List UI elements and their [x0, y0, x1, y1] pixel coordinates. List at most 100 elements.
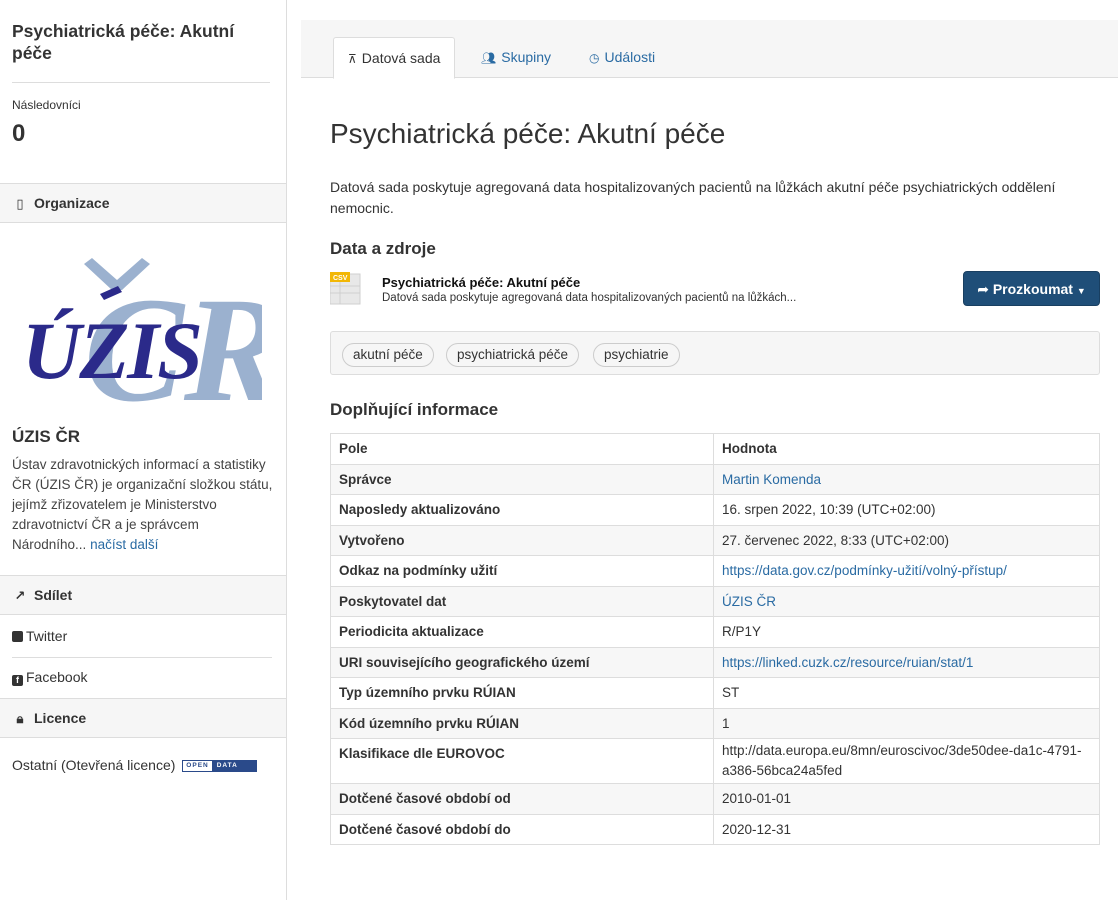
facebook-icon: f: [12, 675, 23, 686]
row-value: ÚZIS ČR: [713, 585, 1100, 617]
row-key: Naposledy aktualizováno: [330, 494, 714, 526]
licence-link[interactable]: Ostatní (Otevřená licence): [12, 757, 175, 773]
additional-info-heading: Doplňující informace: [330, 400, 499, 419]
explore-button[interactable]: ➦ Prozkoumat ▼: [963, 271, 1100, 306]
table-row: Typ územního prvku RÚIAN ST: [330, 677, 1100, 709]
tag-list: akutní péče psychiatrická péče psychiatr…: [330, 331, 1100, 375]
row-key: Odkaz na podmínky užití: [330, 555, 714, 587]
clock-icon: ◷: [589, 51, 600, 65]
facebook-link[interactable]: f Facebook: [12, 669, 88, 686]
tab-groups-label: Skupiny: [501, 49, 552, 65]
licence-info: Ostatní (Otevřená licence) OPEN DATA: [12, 757, 257, 773]
dataset-description: Datová sada poskytuje agregovaná data ho…: [330, 179, 1056, 216]
users-icon: 👥︎: [481, 51, 497, 65]
followers-label: Následovníci: [12, 98, 81, 112]
row-value: ST: [713, 677, 1100, 709]
row-key: Poskytovatel dat: [330, 585, 714, 617]
twitter-link[interactable]: Twitter: [12, 628, 67, 644]
table-row: Dotčené časové období od 2010-01-01: [330, 783, 1100, 815]
table-row: URI souvisejícího geografického území ht…: [330, 646, 1100, 678]
tag-item[interactable]: psychiatrie: [593, 343, 680, 367]
organization-description: Ústav zdravotnických informací a statist…: [12, 455, 274, 555]
row-key: Kód územního prvku RÚIAN: [330, 707, 714, 739]
table-row: Kód územního prvku RÚIAN 1: [330, 707, 1100, 739]
table-row: Klasifikace dle EUROVOC http://data.euro…: [330, 738, 1100, 784]
column-header: Pole: [330, 433, 714, 465]
organization-name: ÚZIS ČR: [12, 427, 80, 446]
table-row: Správce Martin Komenda: [330, 463, 1100, 495]
row-value: 1: [713, 707, 1100, 739]
row-key: Periodicita aktualizace: [330, 616, 714, 648]
divider: [12, 82, 270, 83]
building-icon: ▯: [16, 196, 24, 211]
row-value: 16. srpen 2022, 10:39 (UTC+02:00): [713, 494, 1100, 526]
resource-description: Datová sada poskytuje agregovaná data ho…: [382, 292, 797, 304]
resources-heading: Data a zdroje: [330, 239, 436, 258]
additional-info-table: Pole Hodnota Správce Martin Komenda Napo…: [330, 433, 1100, 845]
tab-dataset[interactable]: ⊼ Datová sada: [333, 37, 456, 79]
explore-button-label: Prozkoumat: [992, 281, 1073, 297]
table-row: Poskytovatel dat ÚZIS ČR: [330, 585, 1100, 617]
table-row: Periodicita aktualizace R/P1Y: [330, 616, 1100, 648]
table-header-row: Pole Hodnota: [330, 433, 1100, 465]
row-value: 2010-01-01: [713, 783, 1100, 815]
column-header: Hodnota: [713, 433, 1100, 465]
page-title: Psychiatrická péče: Akutní péče: [330, 118, 726, 149]
followers-count: 0: [12, 120, 26, 147]
table-row: Naposledy aktualizováno 16. srpen 2022, …: [330, 494, 1100, 526]
tag-item[interactable]: akutní péče: [342, 343, 434, 367]
row-value: https://linked.cuzk.cz/resource/ruian/st…: [713, 646, 1100, 678]
maintainer-link[interactable]: Martin Komenda: [722, 472, 821, 487]
tab-dataset-label: Datová sada: [361, 50, 441, 66]
spatial-uri-link[interactable]: https://linked.cuzk.cz/resource/ruian/st…: [722, 655, 973, 670]
share-heading: ↗ Sdílet: [0, 575, 286, 615]
divider: [12, 657, 272, 658]
tab-bar: ⊼ Datová sada 👥︎ Skupiny ◷ Události: [301, 20, 1118, 79]
row-value: https://data.gov.cz/podmínky-užití/volný…: [713, 555, 1100, 587]
table-row: Vytvořeno 27. červenec 2022, 8:33 (UTC+0…: [330, 524, 1100, 556]
row-key: Správce: [330, 463, 714, 495]
twitter-icon: [12, 631, 23, 642]
twitter-label: Twitter: [26, 628, 68, 644]
table-row: Dotčené časové období do 2020-12-31: [330, 813, 1100, 845]
resource-title-link[interactable]: Psychiatrická péče: Akutní péče: [382, 275, 580, 290]
row-key: Typ územního prvku RÚIAN: [330, 677, 714, 709]
tab-events[interactable]: ◷ Události: [575, 37, 669, 79]
row-key: Vytvořeno: [330, 524, 714, 556]
tag-item[interactable]: psychiatrická péče: [446, 343, 580, 367]
facebook-label: Facebook: [26, 669, 88, 685]
publisher-link[interactable]: ÚZIS ČR: [722, 594, 776, 609]
tab-groups[interactable]: 👥︎ Skupiny: [467, 37, 565, 79]
badge-data: DATA: [211, 761, 256, 772]
sidebar: Psychiatrická péče: Akutní péče Následov…: [0, 0, 287, 900]
organization-heading-label: Organizace: [34, 195, 110, 211]
terms-link[interactable]: https://data.gov.cz/podmínky-užití/volný…: [722, 563, 1007, 578]
row-value: 2020-12-31: [713, 813, 1100, 845]
logo-text: ÚZIS: [22, 305, 201, 396]
licence-heading-label: Licence: [34, 710, 87, 726]
sitemap-icon: ⊼: [348, 52, 357, 66]
share-arrow-icon: ➦: [977, 281, 989, 297]
open-data-badge[interactable]: OPEN DATA: [182, 760, 257, 773]
lock-icon: 🔒︎: [16, 711, 24, 726]
share-icon: ↗: [14, 588, 26, 603]
licence-heading: 🔒︎ Licence: [0, 698, 286, 738]
read-more-link[interactable]: načíst další: [90, 537, 158, 552]
row-value: Martin Komenda: [713, 463, 1100, 495]
row-key: Dotčené časové období do: [330, 813, 714, 845]
tab-events-label: Události: [604, 49, 656, 65]
row-value: R/P1Y: [713, 616, 1100, 648]
csv-file-icon: CSV: [330, 272, 361, 305]
row-key: Dotčené časové období od: [330, 783, 714, 815]
row-value: 27. červenec 2022, 8:33 (UTC+02:00): [713, 524, 1100, 556]
row-key: Klasifikace dle EUROVOC: [330, 738, 714, 784]
badge-open: OPEN: [183, 761, 212, 772]
caret-down-icon: ▼: [1076, 286, 1086, 296]
dataset-title: Psychiatrická péče: Akutní péče: [12, 21, 235, 63]
share-heading-label: Sdílet: [34, 587, 73, 603]
organization-logo[interactable]: CR ÚZIS: [22, 250, 284, 433]
table-row: Odkaz na podmínky užití https://data.gov…: [330, 555, 1100, 587]
svg-text:CSV: CSV: [333, 275, 348, 282]
organization-heading: ▯ Organizace: [0, 183, 286, 223]
row-value: http://data.europa.eu/8mn/euroscivoc/3de…: [713, 738, 1100, 784]
